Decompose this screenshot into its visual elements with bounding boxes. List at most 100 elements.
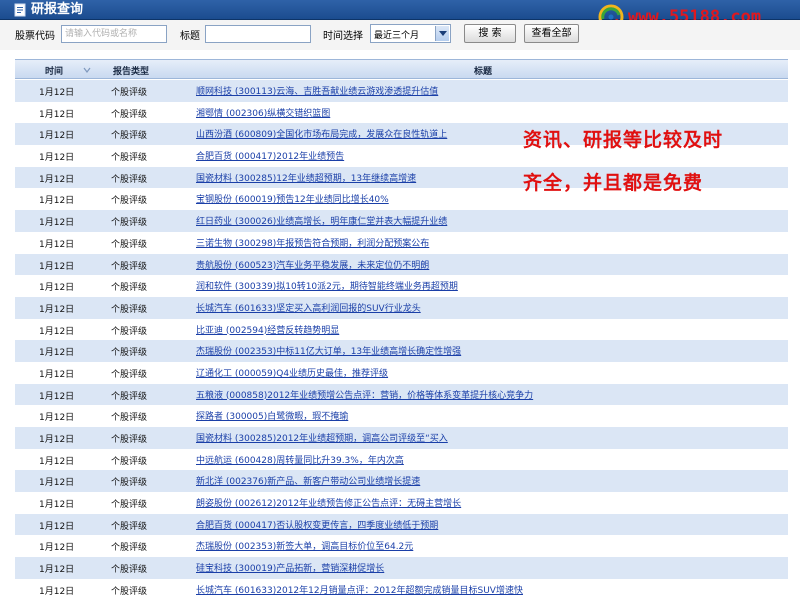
row-report-type: 个股评级 <box>111 586 148 597</box>
row-report-type: 个股评级 <box>111 435 148 445</box>
row-title-link[interactable]: 顺网科技 (300113)云海、吉胜吾献业绩云游戏渗透提升估值 <box>196 84 438 97</box>
table-row: 1月12日 个股评级 长城汽车 (601633)坚定买入高利润回报的SUV行业龙头 <box>15 296 788 319</box>
row-title-link[interactable]: 杰瑞股份 (002353)中标11亿大订单，13年业绩高增长确定性增强 <box>196 344 461 357</box>
row-date: 1月12日 <box>39 88 75 98</box>
row-title-link[interactable]: 新北洋 (002376)新产品、新客户带动公司业绩增长提速 <box>196 474 420 487</box>
row-report-type: 个股评级 <box>111 478 148 489</box>
row-date: 1月12日 <box>39 478 75 489</box>
row-title-link[interactable]: 合肥百货 (000417)2012年业绩预告 <box>196 149 344 162</box>
table-row: 1月12日 个股评级 探路者 (300005)白鹭微暇，瑕不掩瑜 <box>15 405 788 427</box>
row-date: 1月12日 <box>39 456 75 467</box>
column-header-time[interactable]: 时间 <box>45 64 63 77</box>
row-title-link[interactable]: 探路者 (300005)白鹭微暇，瑕不掩瑜 <box>196 409 348 422</box>
row-title-link[interactable]: 杰瑞股份 (002353)新签大单，调高目标价位至64.2元 <box>196 539 413 552</box>
row-report-type: 个股评级 <box>111 456 148 467</box>
row-date: 1月12日 <box>39 196 75 207</box>
row-date: 1月12日 <box>39 521 75 532</box>
row-report-type: 个股评级 <box>111 218 148 229</box>
row-date: 1月12日 <box>39 109 75 120</box>
row-report-type: 个股评级 <box>111 413 148 424</box>
row-title-link[interactable]: 长城汽车 (601633)坚定买入高利润回报的SUV行业龙头 <box>196 301 421 314</box>
row-date: 1月12日 <box>39 218 75 229</box>
row-title-link[interactable]: 比亚迪 (002594)经营反转趋势明显 <box>196 323 339 336</box>
row-date: 1月12日 <box>39 413 75 424</box>
row-date: 1月12日 <box>39 500 75 511</box>
row-report-type: 个股评级 <box>111 369 148 380</box>
row-date: 1月12日 <box>39 543 75 554</box>
chevron-down-icon[interactable] <box>435 26 449 41</box>
row-date: 1月12日 <box>39 131 75 142</box>
table-row: 1月12日 个股评级 中远航运 (600428)周转量同比升39.3%，年内次高 <box>15 448 788 471</box>
search-button[interactable]: 搜 索 <box>464 24 516 43</box>
row-title-link[interactable]: 三诺生物 (300298)年报预告符合预期，利润分配预案公布 <box>196 236 429 249</box>
time-label: 时间选择 <box>323 31 363 42</box>
row-title-link[interactable]: 硅宝科技 (300019)产品拓新，营销深耕促增长 <box>196 561 384 574</box>
row-date: 1月12日 <box>39 261 75 272</box>
table-row: 1月12日 个股评级 顺网科技 (300113)云海、吉胜吾献业绩云游戏渗透提升估值 <box>15 80 788 102</box>
document-icon <box>14 3 26 17</box>
table-row: 1月12日 个股评级 杰瑞股份 (002353)新签大单，调高目标价位至64.2元 <box>15 535 788 558</box>
sort-icon[interactable] <box>83 66 91 74</box>
row-title-link[interactable]: 红日药业 (300026)业绩高增长，明年康仁堂并表大幅提升业绩 <box>196 214 447 227</box>
row-date: 1月12日 <box>39 239 75 250</box>
row-title-link[interactable]: 合肥百货 (000417)否认股权变更传言，四季度业绩低于预期 <box>196 518 438 531</box>
row-title-link[interactable]: 长城汽车 (601633)2012年12月销量点评：2012年超额完成销量目标S… <box>196 583 523 596</box>
row-report-type: 个股评级 <box>111 88 148 98</box>
table-row: 1月12日 个股评级 贵航股份 (600523)汽车业务平稳发展，未来定位仍不明朗 <box>15 253 788 276</box>
table-row: 1月12日 个股评级 杰瑞股份 (002353)中标11亿大订单，13年业绩高增长确… <box>15 340 788 362</box>
row-title-link[interactable]: 宝钢股份 (600019)预告12年业绩同比增长40% <box>196 192 389 205</box>
row-report-type: 个股评级 <box>111 153 148 164</box>
time-select[interactable]: 最近三个月 <box>370 24 451 43</box>
table-row: 1月12日 个股评级 硅宝科技 (300019)产品拓新，营销深耕促增长 <box>15 557 788 579</box>
row-report-type: 个股评级 <box>111 326 148 337</box>
row-date: 1月12日 <box>39 369 75 380</box>
row-report-type: 个股评级 <box>111 565 148 576</box>
time-select-value: 最近三个月 <box>374 31 420 41</box>
row-report-type: 个股评级 <box>111 261 148 272</box>
table-row: 1月12日 个股评级 湘鄂情 (002306)纵横交错织篮图 <box>15 101 788 124</box>
row-date: 1月12日 <box>39 348 75 359</box>
row-title-link[interactable]: 润和软件 (300339)拟10转10派2元，期待智能终端业务再超预期 <box>196 279 458 292</box>
row-report-type: 个股评级 <box>111 348 148 359</box>
title-input[interactable] <box>205 25 311 43</box>
row-title-link[interactable]: 国瓷材料 (300285)2012年业绩超预期，调高公司评级至“买入 <box>196 431 448 444</box>
row-title-link[interactable]: 中远航运 (600428)周转量同比升39.3%，年内次高 <box>196 453 404 466</box>
row-date: 1月12日 <box>39 304 75 315</box>
row-title-link[interactable]: 辽通化工 (000059)Q4业绩历史最佳，推荐评级 <box>196 366 388 379</box>
row-title-link[interactable]: 山西汾酒 (600809)全国化市场布局完成，发展众在良性轨道上 <box>196 127 447 140</box>
row-report-type: 个股评级 <box>111 543 148 554</box>
row-title-link[interactable]: 五粮液 (000858)2012年业绩预增公告点评：营销，价格等体系变革提升核心… <box>196 388 533 401</box>
row-report-type: 个股评级 <box>111 391 148 402</box>
stock-code-input[interactable] <box>61 25 167 43</box>
row-date: 1月12日 <box>39 326 75 337</box>
column-header-title: 标题 <box>474 67 493 77</box>
row-title-link[interactable]: 朗姿股份 (002612)2012年业绩预告修正公告点评：无碍主营增长 <box>196 496 461 509</box>
row-report-type: 个股评级 <box>111 239 148 250</box>
row-report-type: 个股评级 <box>111 304 148 315</box>
table-row: 1月12日 个股评级 比亚迪 (002594)经营反转趋势明显 <box>15 318 788 341</box>
row-title-link[interactable]: 国瓷材料 (300285)12年业绩超预期，13年继续高增速 <box>196 171 416 184</box>
table-body: 1月12日 个股评级 顺网科技 (300113)云海、吉胜吾献业绩云游戏渗透提升估值… <box>15 80 788 600</box>
page-title: 研报查询 <box>31 2 84 17</box>
row-report-type: 个股评级 <box>111 521 148 532</box>
row-report-type: 个股评级 <box>111 196 148 207</box>
stock-code-label: 股票代码 <box>15 31 55 42</box>
title-label: 标题 <box>180 31 200 42</box>
table-row: 1月12日 个股评级 润和软件 (300339)拟10转10派2元，期待智能终端业务… <box>15 275 788 297</box>
table-row: 1月12日 个股评级 新北洋 (002376)新产品、新客户带动公司业绩增长提速 <box>15 470 788 493</box>
row-date: 1月12日 <box>39 391 75 402</box>
row-date: 1月12日 <box>39 174 75 185</box>
table-row: 1月12日 个股评级 朗姿股份 (002612)2012年业绩预告修正公告点评：无碍… <box>15 492 788 514</box>
row-title-link[interactable]: 湘鄂情 (002306)纵横交错织篮图 <box>196 106 330 119</box>
promo-note-line2: 齐全，并且都是免费 <box>523 172 704 194</box>
row-date: 1月12日 <box>39 153 75 164</box>
table-row: 1月12日 个股评级 国瓷材料 (300285)2012年业绩超预期，调高公司评级至… <box>15 427 788 449</box>
table-row: 1月12日 个股评级 红日药业 (300026)业绩高增长，明年康仁堂并表大幅提升业… <box>15 210 788 232</box>
row-report-type: 个股评级 <box>111 174 148 185</box>
table-header: 时间 报告类型 标题 <box>15 59 788 79</box>
table-row: 1月12日 个股评级 辽通化工 (000059)Q4业绩历史最佳，推荐评级 <box>15 361 788 384</box>
row-date: 1月12日 <box>39 586 75 597</box>
view-all-button[interactable]: 查看全部 <box>524 24 579 43</box>
row-title-link[interactable]: 贵航股份 (600523)汽车业务平稳发展，未来定位仍不明朗 <box>196 258 429 271</box>
row-report-type: 个股评级 <box>111 283 148 294</box>
